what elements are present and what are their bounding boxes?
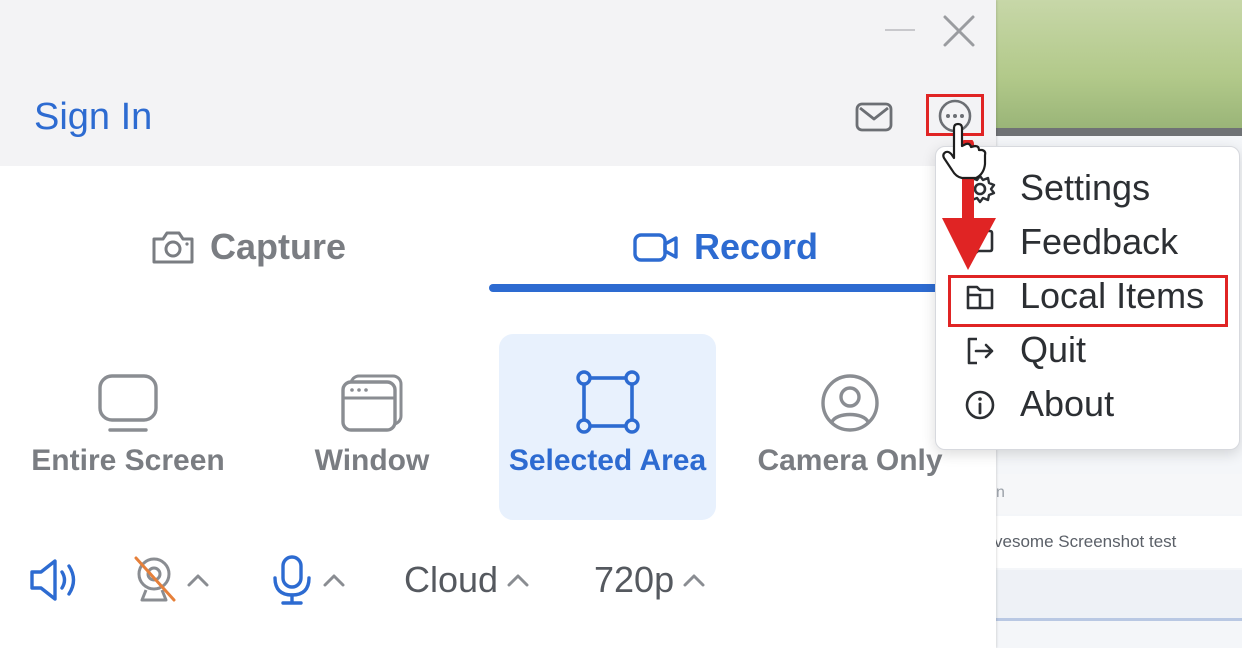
tab-record[interactable]: Record	[632, 222, 818, 272]
background-line	[996, 618, 1242, 621]
menu-item-quit[interactable]: Quit	[936, 325, 1239, 375]
info-icon	[965, 390, 995, 420]
source-entire-screen[interactable]: Entire Screen	[20, 334, 236, 520]
chevron-up-icon[interactable]	[186, 572, 210, 588]
source-label: Selected Area	[508, 444, 707, 477]
tab-capture-label: Capture	[210, 226, 347, 267]
chevron-up-icon	[683, 574, 705, 587]
monitor-icon	[98, 374, 158, 432]
highlight-box	[948, 275, 1228, 327]
source-camera-only[interactable]: Camera Only	[742, 334, 958, 520]
webcam-toggle[interactable]	[130, 552, 210, 608]
chevron-up-icon	[507, 574, 529, 587]
minimize-icon[interactable]	[885, 29, 915, 31]
user-circle-icon	[821, 374, 879, 432]
menu-item-label: Quit	[1020, 329, 1087, 370]
logout-icon	[967, 337, 994, 365]
microphone-toggle[interactable]	[270, 552, 346, 608]
source-label: Window	[314, 444, 430, 477]
microphone-icon	[273, 555, 311, 605]
background-row: n	[996, 474, 1242, 514]
video-camera-icon	[633, 233, 678, 262]
sign-in-link[interactable]: Sign In	[34, 96, 152, 139]
source-selected-area[interactable]: Selected Area	[499, 334, 716, 520]
tab-record-label: Record	[694, 226, 819, 267]
background-row-text: vesome Screenshot test	[994, 532, 1177, 551]
resolution-value: 720p	[594, 559, 675, 600]
background-row-text: n	[996, 484, 1005, 501]
background-row	[996, 570, 1242, 618]
resolution-selector[interactable]: 720p	[594, 552, 706, 608]
menu-item-label: About	[1020, 383, 1115, 424]
camera-icon	[152, 231, 194, 264]
speaker-icon	[30, 559, 76, 601]
hand-cursor-icon	[942, 122, 987, 180]
source-window[interactable]: Window	[264, 334, 480, 520]
mail-icon[interactable]	[854, 100, 894, 134]
menu-item-label: Settings	[1020, 167, 1151, 208]
background-divider	[996, 128, 1242, 136]
recorder-window: Sign In Capture Record Entire Screen Win…	[0, 0, 996, 648]
active-tab-indicator	[489, 284, 949, 292]
close-icon[interactable]	[940, 12, 978, 50]
menu-item-about[interactable]: About	[936, 379, 1239, 429]
title-bar: Sign In	[0, 0, 996, 166]
source-label: Camera Only	[757, 444, 943, 477]
window-icon	[341, 374, 403, 432]
speaker-toggle[interactable]	[28, 552, 82, 608]
camera-off-icon	[134, 556, 176, 602]
source-label: Entire Screen	[31, 444, 225, 477]
selection-area-icon	[575, 370, 640, 434]
menu-item-label: Feedback	[1020, 221, 1179, 262]
chevron-up-icon[interactable]	[322, 572, 346, 588]
background-image	[996, 0, 1242, 128]
storage-value: Cloud	[404, 559, 499, 600]
storage-selector[interactable]: Cloud	[404, 552, 530, 608]
background-row: vesome Screenshot test	[994, 516, 1242, 568]
tab-capture[interactable]: Capture	[150, 222, 346, 272]
